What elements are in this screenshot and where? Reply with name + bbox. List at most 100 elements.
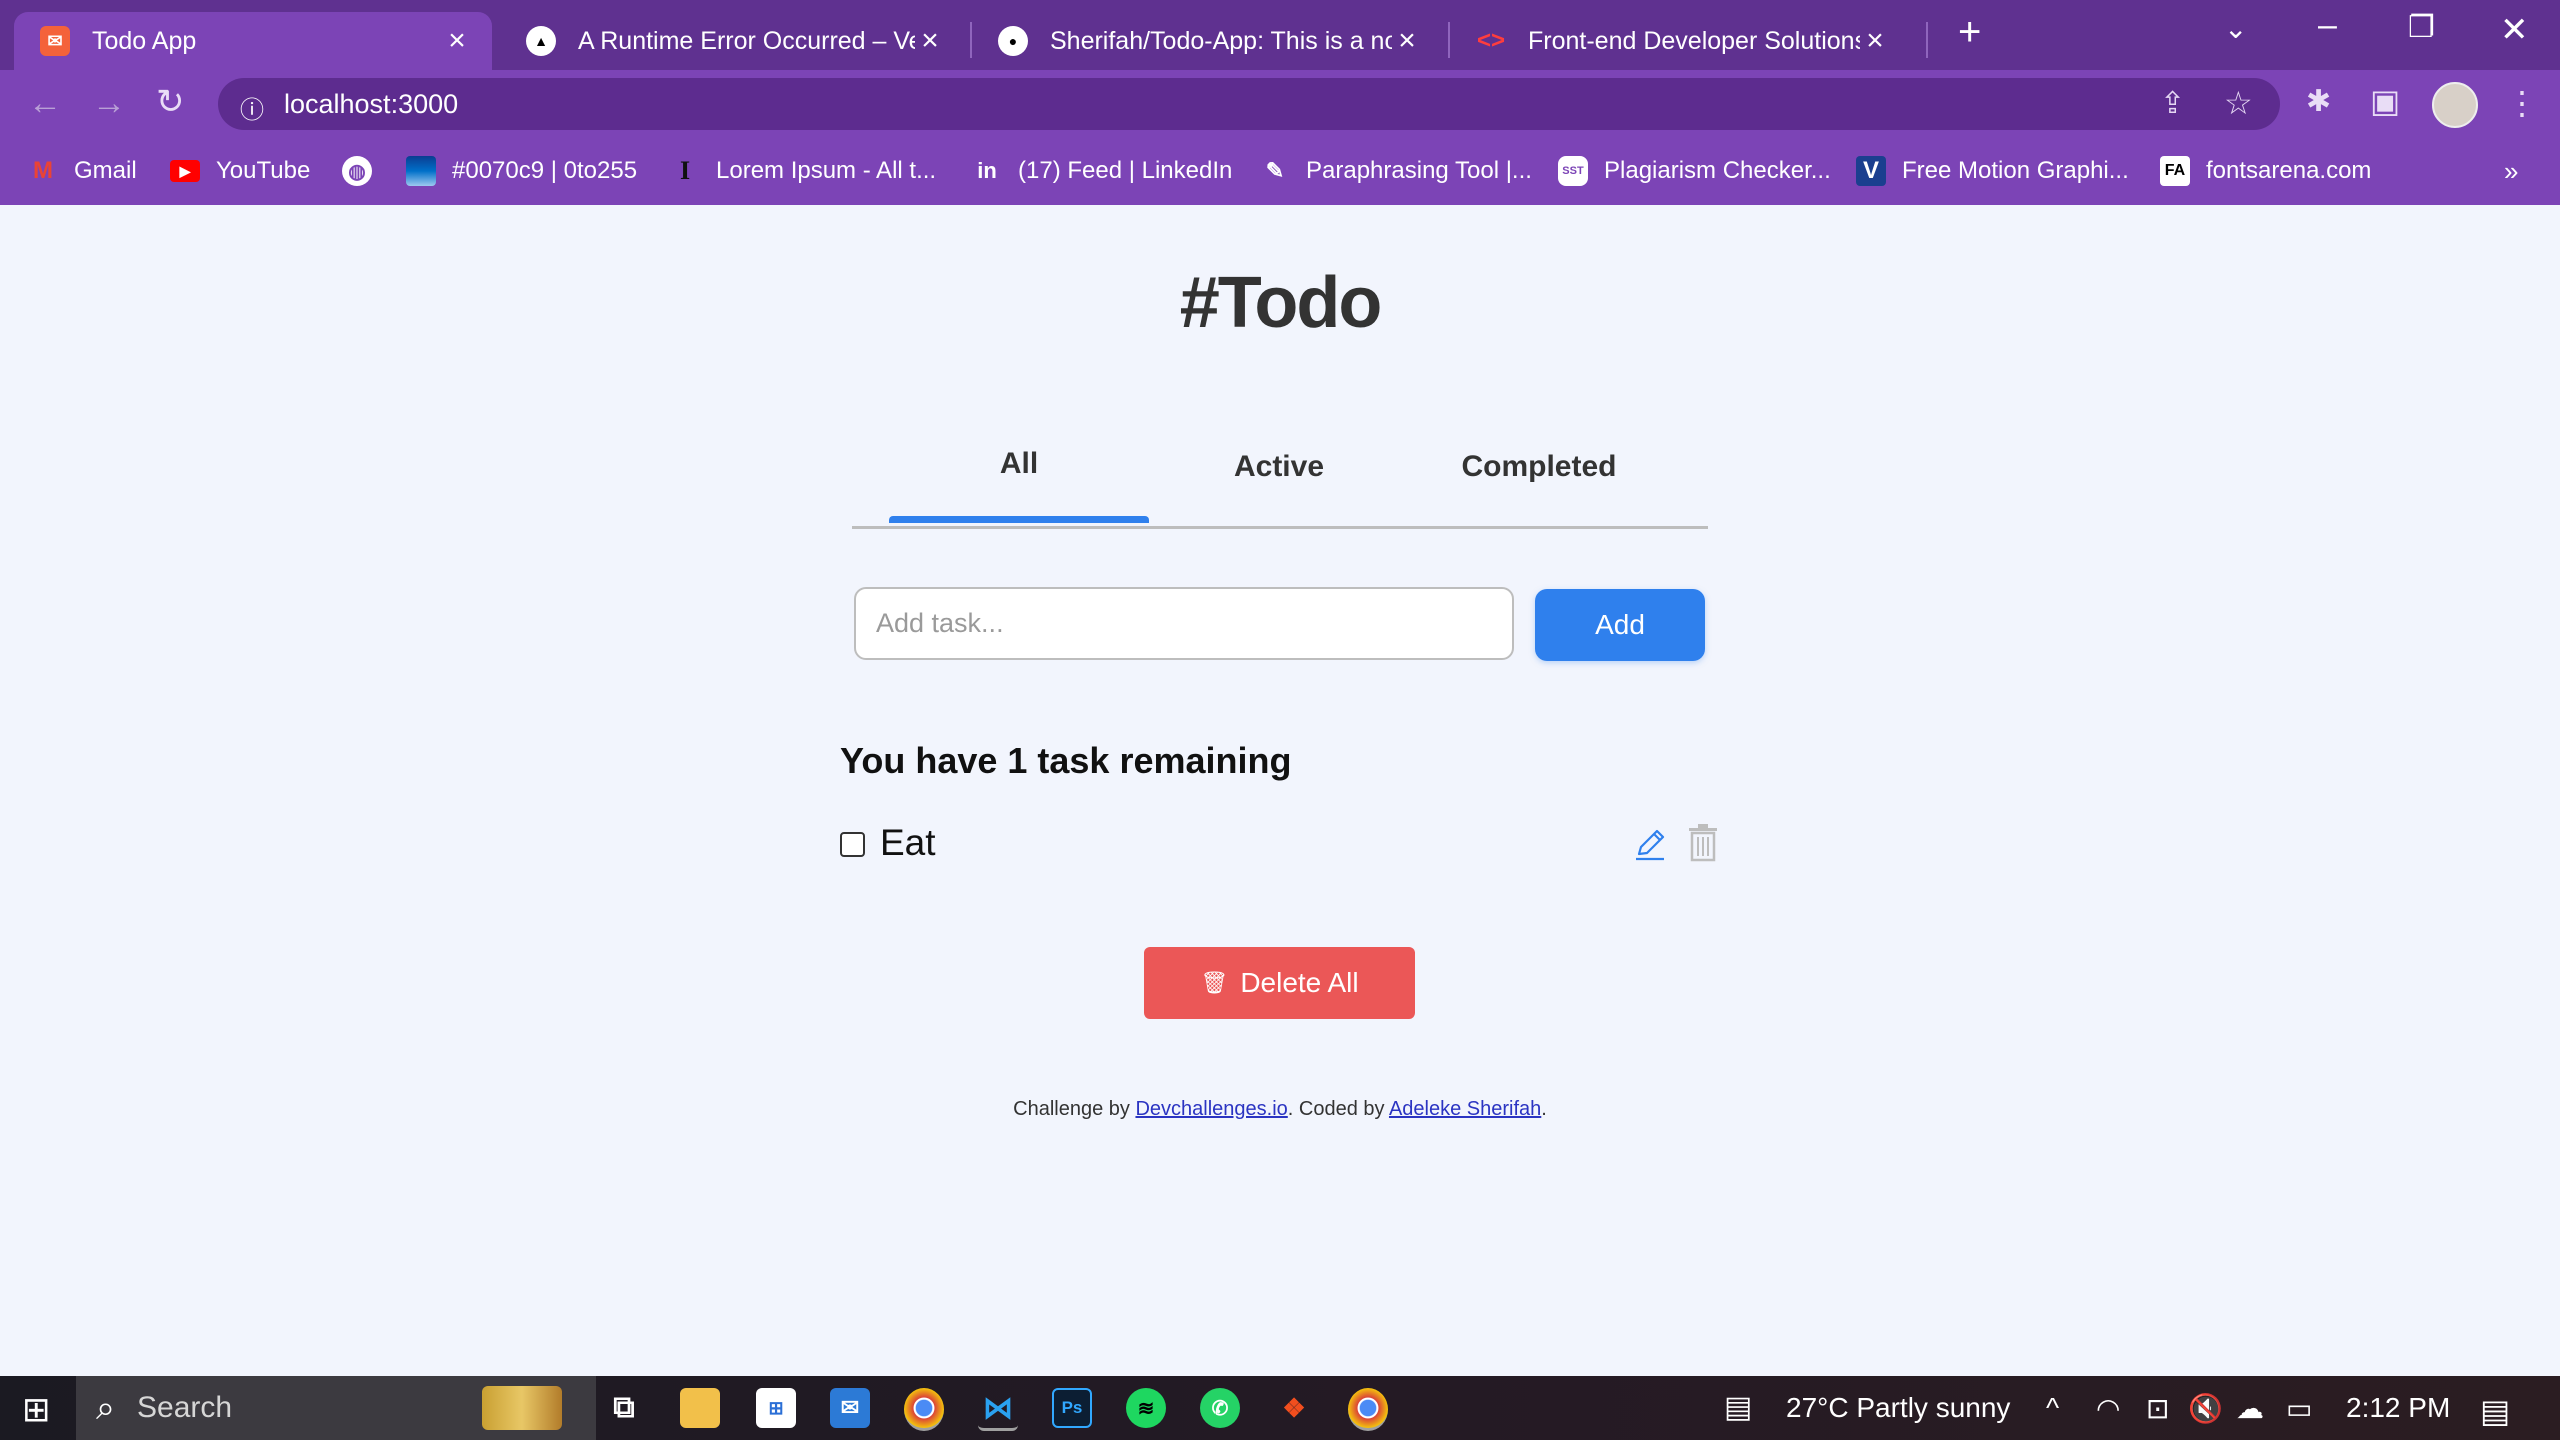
volume-muted-icon[interactable]: 🔇 xyxy=(2188,1392,2223,1425)
pencil-edit-icon[interactable] xyxy=(1630,824,1670,864)
url-text[interactable]: localhost:3000 xyxy=(284,89,458,120)
restore-icon[interactable]: ❐ xyxy=(2408,10,2435,45)
bookmarks-overflow-chevron-icon[interactable]: » xyxy=(2504,153,2518,189)
bookmark-label: Gmail xyxy=(74,157,137,184)
browser-tab-runtime-error[interactable]: ▲ A Runtime Error Occurred – Verce × xyxy=(500,12,965,70)
weather-icon[interactable]: ▤ xyxy=(1724,1390,1752,1425)
browser-tab-todo-app[interactable]: ✉ Todo App × xyxy=(14,12,492,70)
bookmark-fontsarena[interactable]: FA fontsarena.com xyxy=(2160,153,2371,189)
extensions-icon[interactable]: ✱ xyxy=(2306,84,2331,119)
linkedin-icon: in xyxy=(977,158,997,183)
tab-title: Todo App xyxy=(92,26,197,55)
chrome-profile-icon[interactable] xyxy=(1348,1388,1388,1431)
whatsapp-icon[interactable]: ✆ xyxy=(1200,1388,1240,1428)
tab-completed[interactable]: Completed xyxy=(1409,450,1669,484)
battery-icon[interactable]: ▭ xyxy=(2286,1392,2312,1425)
task-view-icon[interactable]: ⧉ xyxy=(604,1388,644,1428)
wifi-icon[interactable]: ◠ xyxy=(2096,1392,2120,1425)
bookmark-linkedin[interactable]: in (17) Feed | LinkedIn xyxy=(972,153,1232,189)
tab-title: A Runtime Error Occurred – Verce xyxy=(578,26,915,55)
bookmark-label: Paraphrasing Tool |... xyxy=(1306,157,1532,184)
filter-tabs: All Active Completed xyxy=(852,430,1708,529)
onedrive-error-icon[interactable]: ☁ xyxy=(2236,1392,2264,1425)
vercel-icon: ▲ xyxy=(526,26,556,56)
tab-search-chevron-icon[interactable]: ⌄ xyxy=(2224,12,2247,45)
bookmark-lorem-ipsum[interactable]: I Lorem Ipsum - All t... xyxy=(670,153,936,189)
quill-icon: ✎ xyxy=(1265,158,1285,183)
notifications-icon[interactable]: ▤ xyxy=(2480,1392,2510,1430)
search-highlight-image xyxy=(482,1386,562,1430)
bookmark-youtube[interactable]: ▶ YouTube xyxy=(170,153,310,189)
minimize-icon[interactable]: – xyxy=(2318,6,2337,45)
browser-tab-strip: ✉ Todo App × ▲ A Runtime Error Occurred … xyxy=(0,0,2560,70)
devchallenges-link[interactable]: Devchallenges.io xyxy=(1135,1098,1287,1120)
lorem-icon: I xyxy=(679,156,691,185)
close-icon[interactable]: × xyxy=(915,24,945,58)
tab-separator xyxy=(1926,22,1928,58)
bookmark-label: Free Motion Graphi... xyxy=(1902,157,2129,184)
reload-icon[interactable]: ↻ xyxy=(156,82,185,122)
tray-chevron-up-icon[interactable]: ^ xyxy=(2046,1392,2059,1424)
clock-time[interactable]: 2:12 PM xyxy=(2346,1392,2450,1424)
sst-icon: SST xyxy=(1558,156,1588,186)
close-icon[interactable]: × xyxy=(1392,24,1422,58)
window-close-icon[interactable]: ✕ xyxy=(2500,10,2529,50)
tab-active[interactable]: Active xyxy=(1149,450,1409,484)
avatar[interactable] xyxy=(2432,82,2478,128)
camera-icon[interactable]: ⊡ xyxy=(2146,1392,2169,1425)
gmail-icon: M xyxy=(33,157,53,184)
forward-arrow-icon[interactable]: → xyxy=(92,84,126,123)
info-icon[interactable]: ⓘ xyxy=(240,90,264,125)
bookmark-motion-graphics[interactable]: V Free Motion Graphi... xyxy=(1856,153,2129,189)
browser-tab-github[interactable]: ● Sherifah/Todo-App: This is a note × xyxy=(972,12,1442,70)
back-arrow-icon[interactable]: ← xyxy=(28,84,62,123)
bookmarks-bar: M Gmail ▶ YouTube ◍ #0070c9 | 0to255 I L… xyxy=(0,137,2560,205)
close-icon[interactable]: × xyxy=(442,24,472,58)
bookmark-star-icon[interactable]: ☆ xyxy=(2224,84,2253,122)
windows-start-icon[interactable]: ⊞ xyxy=(22,1390,51,1430)
menu-kebab-icon[interactable]: ⋮ xyxy=(2506,84,2538,122)
tasks-remaining-text: You have 1 task remaining xyxy=(840,740,1292,781)
bookmark-label: Plagiarism Checker... xyxy=(1604,157,1831,184)
bookmark-globe[interactable]: ◍ xyxy=(342,153,388,189)
add-task-button[interactable]: Add xyxy=(1535,589,1705,661)
0to255-icon xyxy=(406,156,436,186)
youtube-icon: ▶ xyxy=(170,160,200,182)
microsoft-store-icon[interactable]: ⊞ xyxy=(756,1388,796,1428)
chrome-icon[interactable] xyxy=(904,1388,944,1431)
fontsarena-icon: FA xyxy=(2160,156,2190,186)
address-bar[interactable]: ⓘ localhost:3000 ⇪ ☆ xyxy=(218,78,2280,130)
tab-title: Front-end Developer Solutions xyxy=(1528,26,1860,55)
task-text: Eat xyxy=(880,822,936,863)
bookmark-label: YouTube xyxy=(216,157,311,184)
delete-all-button[interactable]: 🗑 Delete All xyxy=(1144,947,1415,1019)
figma-icon[interactable]: ❖ xyxy=(1274,1388,1314,1428)
close-icon[interactable]: × xyxy=(1860,24,1890,58)
bookmark-paraphrasing[interactable]: ✎ Paraphrasing Tool |... xyxy=(1260,153,1532,189)
author-link[interactable]: Adeleke Sherifah xyxy=(1389,1098,1541,1120)
file-explorer-icon[interactable] xyxy=(680,1388,720,1428)
delete-all-label: Delete All xyxy=(1240,967,1359,998)
tab-title: Sherifah/Todo-App: This is a note xyxy=(1050,26,1392,55)
mail-icon[interactable]: ✉ xyxy=(830,1388,870,1428)
new-tab-plus-icon[interactable]: + xyxy=(1958,10,1981,55)
weather-text[interactable]: 27°C Partly sunny xyxy=(1786,1392,2010,1424)
vecteezy-icon: V xyxy=(1856,156,1886,186)
spotify-icon[interactable]: ≋ xyxy=(1126,1388,1166,1428)
globe-icon: ◍ xyxy=(342,156,372,186)
trash-delete-icon[interactable] xyxy=(1685,822,1721,862)
bookmark-plagiarism[interactable]: SST Plagiarism Checker... xyxy=(1558,153,1831,189)
tab-all[interactable]: All xyxy=(889,447,1149,481)
vscode-icon[interactable]: ⋈ xyxy=(978,1388,1018,1431)
add-task-input[interactable] xyxy=(854,587,1514,660)
task-checkbox[interactable] xyxy=(840,832,865,857)
photoshop-icon[interactable]: Ps xyxy=(1052,1388,1092,1428)
side-panel-icon[interactable]: ▣ xyxy=(2370,82,2400,120)
share-icon[interactable]: ⇪ xyxy=(2160,86,2185,121)
taskbar-search[interactable]: ⌕ Search xyxy=(76,1376,596,1440)
bookmark-0to255[interactable]: #0070c9 | 0to255 xyxy=(406,153,637,189)
search-icon: ⌕ xyxy=(96,1388,116,1427)
github-icon: ● xyxy=(998,26,1028,56)
browser-tab-frontend-solutions[interactable]: <> Front-end Developer Solutions × xyxy=(1450,12,1910,70)
bookmark-gmail[interactable]: M Gmail xyxy=(28,153,137,189)
